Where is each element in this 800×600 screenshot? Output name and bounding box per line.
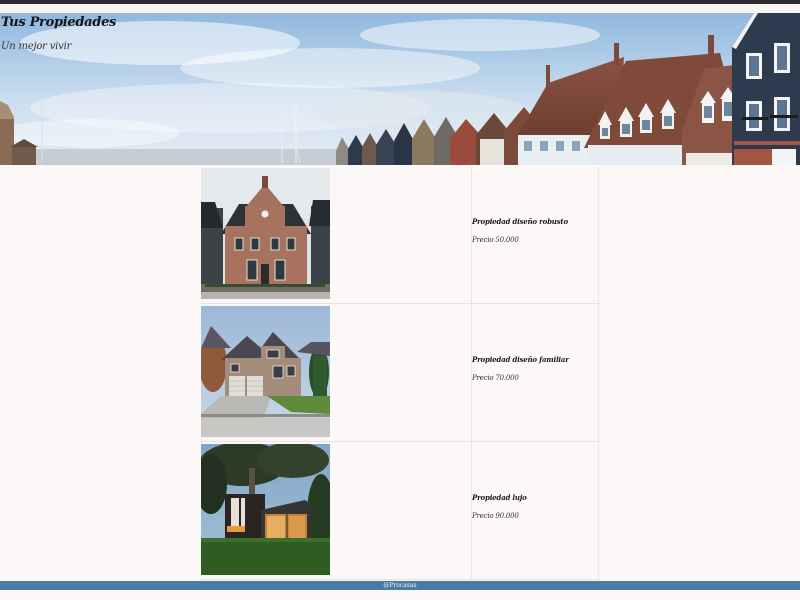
top-spacer bbox=[0, 4, 800, 13]
property-name: Propiedad diseño robusto bbox=[472, 217, 568, 226]
luxury-house-photo bbox=[201, 444, 330, 575]
page-footer: @Procasas bbox=[0, 581, 800, 590]
property-price: Precio 90.000 bbox=[472, 512, 519, 520]
hero-image bbox=[0, 13, 800, 165]
property-photo-cell bbox=[200, 442, 330, 579]
property-photo bbox=[201, 168, 330, 299]
property-photo bbox=[201, 444, 330, 575]
family-house-photo bbox=[201, 306, 330, 437]
footer-text: @Procasas bbox=[383, 582, 417, 589]
brick-house-photo bbox=[201, 168, 330, 299]
property-row: Propiedad diseño familiar Precio 70.000 bbox=[200, 304, 600, 442]
property-info-cell: Propiedad diseño familiar Precio 70.000 bbox=[471, 304, 599, 441]
property-photo-cell bbox=[200, 304, 330, 441]
property-photo bbox=[201, 306, 330, 437]
property-price: Precio 70.000 bbox=[472, 374, 519, 382]
spacer-cell bbox=[330, 304, 471, 441]
hero-banner: Tus Propiedades Un mejor vivir bbox=[0, 13, 800, 165]
page-subtitle: Un mejor vivir bbox=[1, 41, 72, 52]
spacer-cell bbox=[330, 166, 471, 303]
property-price: Precio 50.000 bbox=[472, 236, 519, 244]
property-name: Propiedad lujo bbox=[472, 493, 527, 502]
property-info-cell: Propiedad diseño robusto Precio 50.000 bbox=[471, 166, 599, 303]
property-name: Propiedad diseño familiar bbox=[472, 355, 569, 364]
property-row: Propiedad diseño robusto Precio 50.000 bbox=[200, 166, 600, 304]
spacer-cell bbox=[330, 442, 471, 579]
property-info-cell: Propiedad lujo Precio 90.000 bbox=[471, 442, 599, 579]
page-title: Tus Propiedades bbox=[1, 15, 117, 30]
bottom-spacer bbox=[0, 590, 800, 600]
property-row: Propiedad lujo Precio 90.000 bbox=[200, 442, 600, 580]
property-photo-cell bbox=[200, 166, 330, 303]
page: Tus Propiedades Un mejor vivir Propiedad… bbox=[0, 0, 800, 600]
property-listing: Propiedad diseño robusto Precio 50.000 P… bbox=[200, 166, 600, 580]
